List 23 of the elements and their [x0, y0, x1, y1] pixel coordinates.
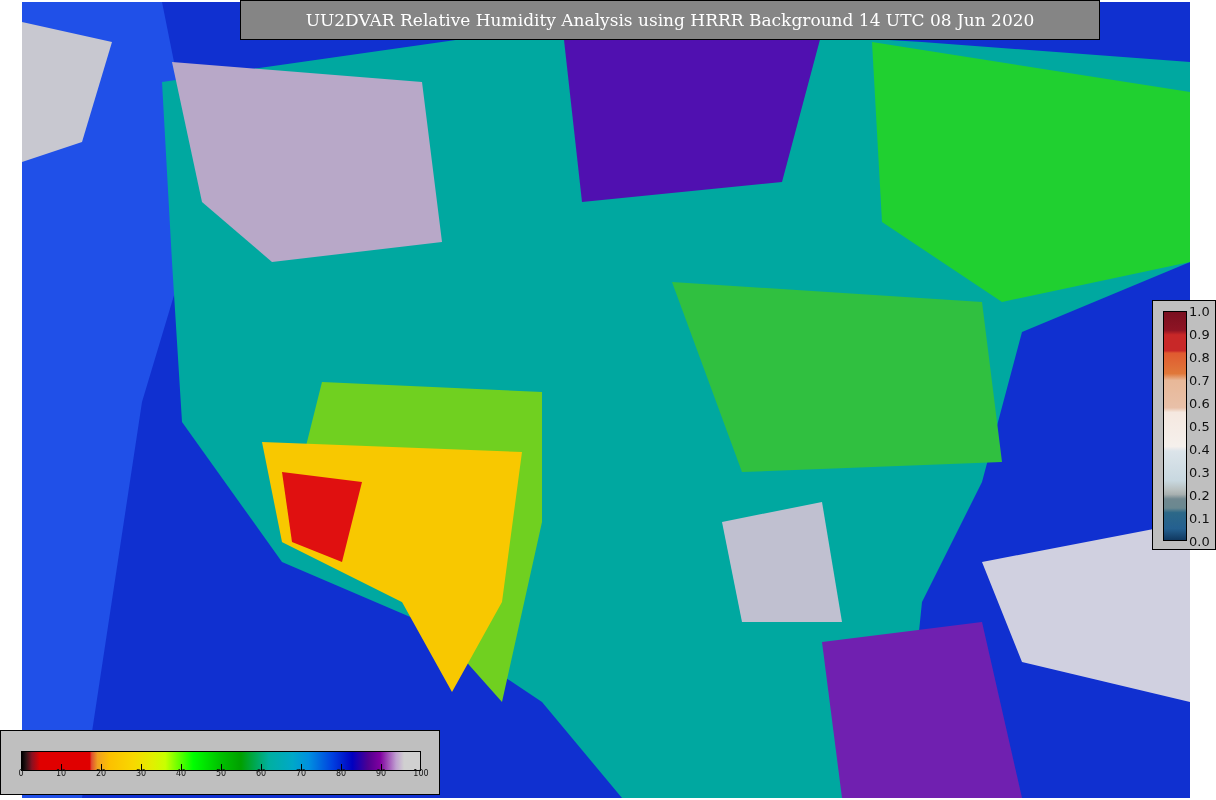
map-title: UU2DVAR Relative Humidity Analysis using HRRR Background 14 UTC 08 Jun 2020 — [240, 0, 1100, 40]
colorbar-label: 20 — [95, 769, 107, 778]
colorbar-label: 0.2 — [1189, 487, 1210, 503]
colorbar-label: 30 — [135, 769, 147, 778]
colorbar-label: 0.8 — [1189, 349, 1210, 365]
colorbar-label: 90 — [375, 769, 387, 778]
colorbar-label: 70 — [295, 769, 307, 778]
colorbar-label: 40 — [175, 769, 187, 778]
colorbar-label: 0.6 — [1189, 395, 1210, 411]
colorbar-label: 60 — [255, 769, 267, 778]
colorbar-label: 0.5 — [1189, 418, 1210, 434]
colorbar-label: 10 — [55, 769, 67, 778]
colorbar-label: 0.1 — [1189, 510, 1210, 526]
colorbar-label: 0.7 — [1189, 372, 1210, 388]
colorbar-label: 0.0 — [1189, 533, 1210, 549]
colorbar-label: 80 — [335, 769, 347, 778]
colorbar-label: 0.9 — [1189, 326, 1210, 342]
colorbar-label: 0.3 — [1189, 464, 1210, 480]
colorbar-label: 0 — [18, 769, 24, 778]
colorbar-label: 1.0 — [1189, 303, 1210, 319]
colorbar-label: 100 — [413, 769, 429, 778]
colorbar-label: 50 — [215, 769, 227, 778]
colorbar-label: 0.4 — [1189, 441, 1210, 457]
